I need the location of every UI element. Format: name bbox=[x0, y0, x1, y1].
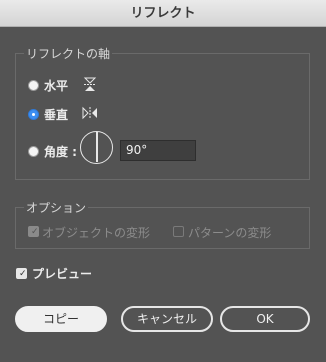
reflect-axis-legend: リフレクトの軸 bbox=[24, 45, 113, 62]
preview-checkbox[interactable]: ✓ bbox=[16, 268, 27, 279]
horizontal-label: 水平 bbox=[44, 79, 69, 93]
transform-objects-label: オブジェクトの変形 bbox=[42, 226, 151, 240]
checkmark-icon: ✓ bbox=[19, 269, 27, 279]
angle-dial[interactable] bbox=[80, 131, 113, 164]
preview-label: プレビュー bbox=[32, 267, 93, 281]
angle-input[interactable]: 90° bbox=[120, 140, 196, 161]
transform-patterns-label: パターンの変形 bbox=[188, 226, 272, 240]
reflect-vertical-icon bbox=[82, 106, 97, 120]
window-title: リフレクト bbox=[0, 0, 326, 27]
angle-radio[interactable] bbox=[28, 146, 39, 157]
reflect-horizontal-icon bbox=[83, 77, 97, 91]
options-legend: オプション bbox=[24, 199, 89, 216]
transform-patterns-checkbox[interactable] bbox=[173, 226, 184, 237]
checkmark-icon: ✓ bbox=[31, 227, 39, 237]
vertical-radio[interactable] bbox=[28, 109, 39, 120]
copy-button[interactable]: コピー bbox=[15, 306, 107, 332]
cancel-button[interactable]: キャンセル bbox=[121, 306, 213, 332]
transform-objects-checkbox[interactable]: ✓ bbox=[28, 226, 39, 237]
horizontal-radio[interactable] bbox=[28, 80, 39, 91]
vertical-label: 垂直 bbox=[44, 108, 69, 122]
ok-button[interactable]: OK bbox=[220, 306, 310, 332]
angle-label: 角度 : bbox=[44, 145, 77, 159]
